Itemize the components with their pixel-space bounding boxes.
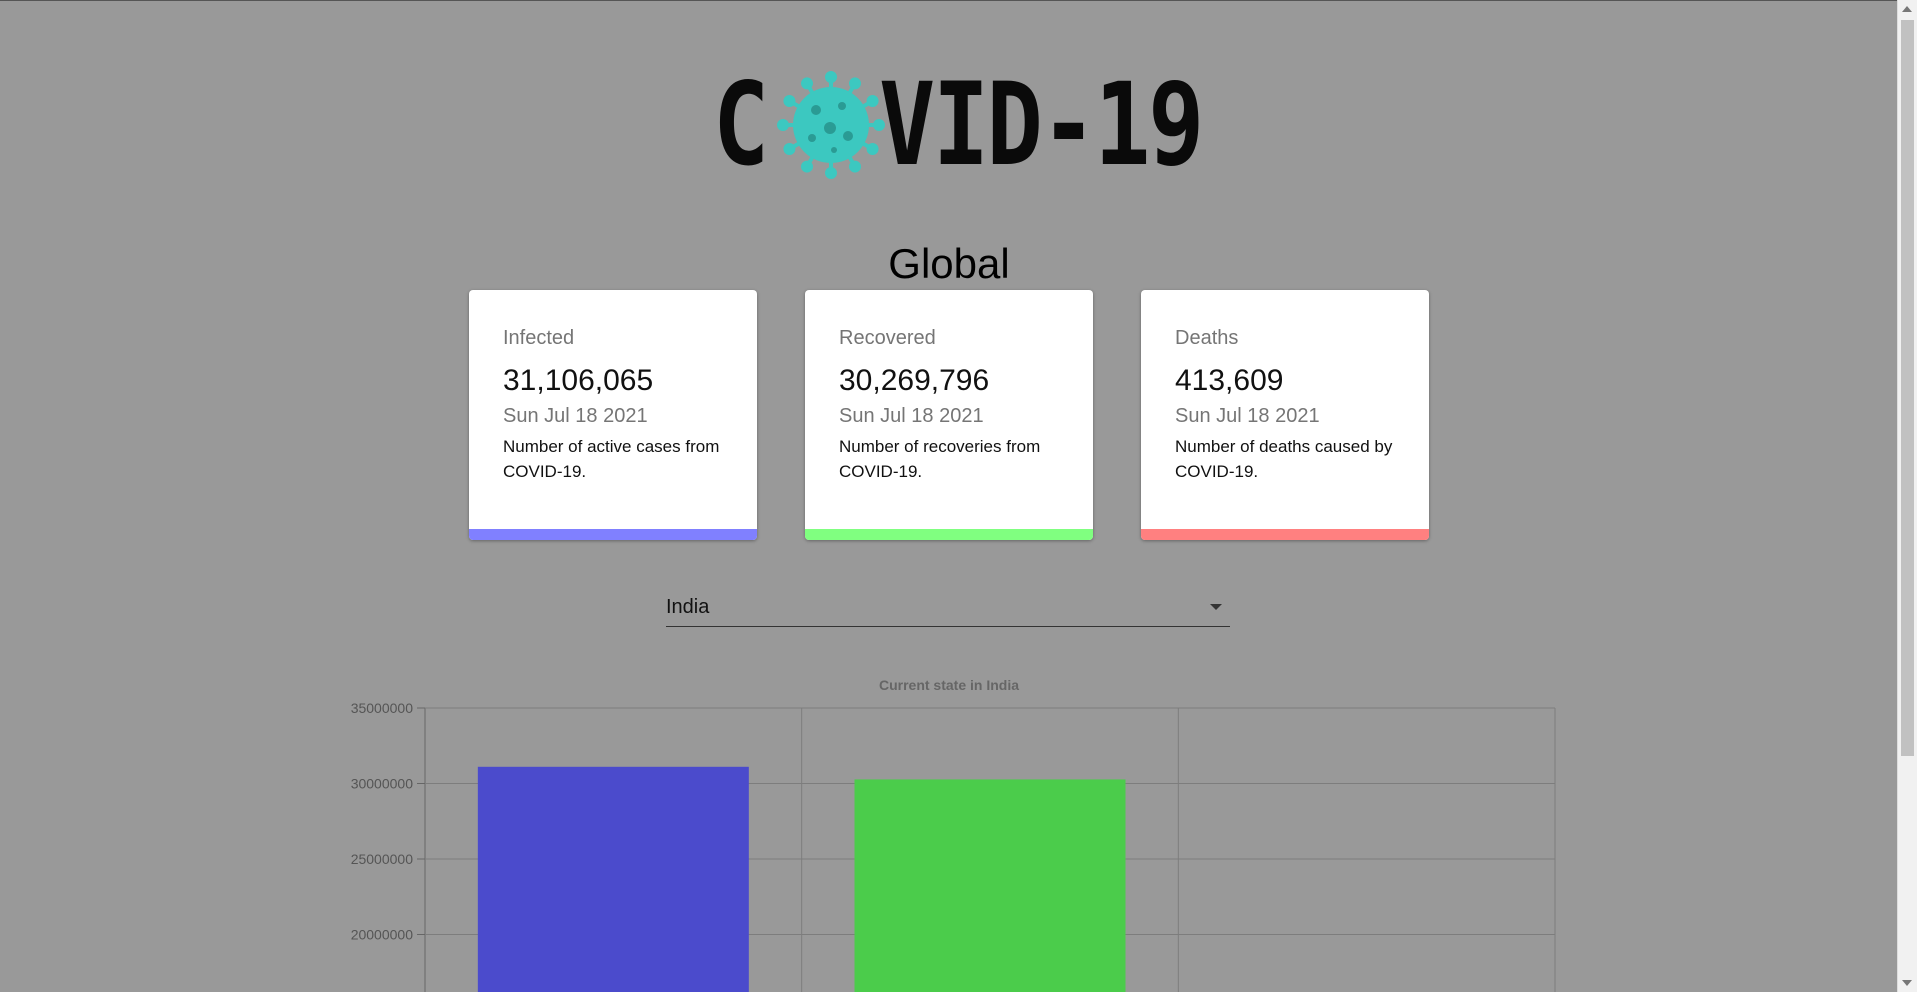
card-title: Recovered: [839, 327, 936, 349]
card-deaths: Deaths 413,609 Sun Jul 18 2021 Number of…: [1141, 290, 1429, 540]
scroll-up-arrow-icon[interactable]: [1902, 6, 1912, 12]
virus-icon: [777, 71, 885, 179]
page: C VID-19 Global Infected 31,106,065 Sun …: [0, 0, 1898, 992]
country-chart: Current state in India 35000000 30000000 25…: [0, 670, 1898, 992]
card-date: Sun Jul 18 2021: [839, 405, 984, 427]
covid-logo: C VID-19: [713, 58, 1204, 191]
y-tick-label: 30000000: [351, 776, 414, 792]
card-description: Number of active cases from COVID-19.: [503, 437, 720, 481]
section-title: Global: [888, 240, 1010, 287]
bar-infected: [477, 766, 749, 992]
y-tick-label: 35000000: [351, 700, 414, 716]
card-value: 30,269,796: [839, 364, 990, 397]
card-description: Number of deaths caused by COVID-19.: [1175, 437, 1393, 481]
card-accent-bar: [1141, 529, 1429, 540]
card-infected: Infected 31,106,065 Sun Jul 18 2021 Numb…: [469, 290, 757, 540]
stats-cards: Infected 31,106,065 Sun Jul 18 2021 Numb…: [469, 290, 1429, 540]
card-title: Deaths: [1175, 327, 1239, 349]
logo-letter-c: C: [713, 58, 769, 191]
y-tick-label: 25000000: [351, 851, 414, 867]
logo-text: VID-19: [879, 58, 1204, 191]
card-date: Sun Jul 18 2021: [1175, 405, 1320, 427]
bar-recovered: [854, 779, 1126, 992]
card-title: Infected: [503, 327, 575, 349]
card-value: 413,609: [1175, 364, 1284, 397]
card-accent-bar: [469, 529, 757, 540]
card-accent-bar: [805, 529, 1093, 540]
card-description: Number of recoveries from COVID-19.: [839, 437, 1041, 481]
scroll-thumb[interactable]: [1901, 20, 1914, 756]
scrollbar[interactable]: [1897, 0, 1917, 992]
chart-title: Current state in India: [879, 677, 1019, 693]
country-select-value: India: [666, 596, 710, 618]
scroll-down-arrow-icon[interactable]: [1902, 980, 1912, 986]
y-tick-label: 20000000: [351, 927, 414, 943]
card-date: Sun Jul 18 2021: [503, 405, 648, 427]
card-value: 31,106,065: [503, 364, 654, 397]
country-select[interactable]: India: [666, 590, 1230, 627]
card-recovered: Recovered 30,269,796 Sun Jul 18 2021 Num…: [805, 290, 1093, 540]
chevron-down-icon: [1210, 604, 1222, 610]
bar-chart: Current state in India 35000000 30000000 25…: [351, 677, 1556, 992]
